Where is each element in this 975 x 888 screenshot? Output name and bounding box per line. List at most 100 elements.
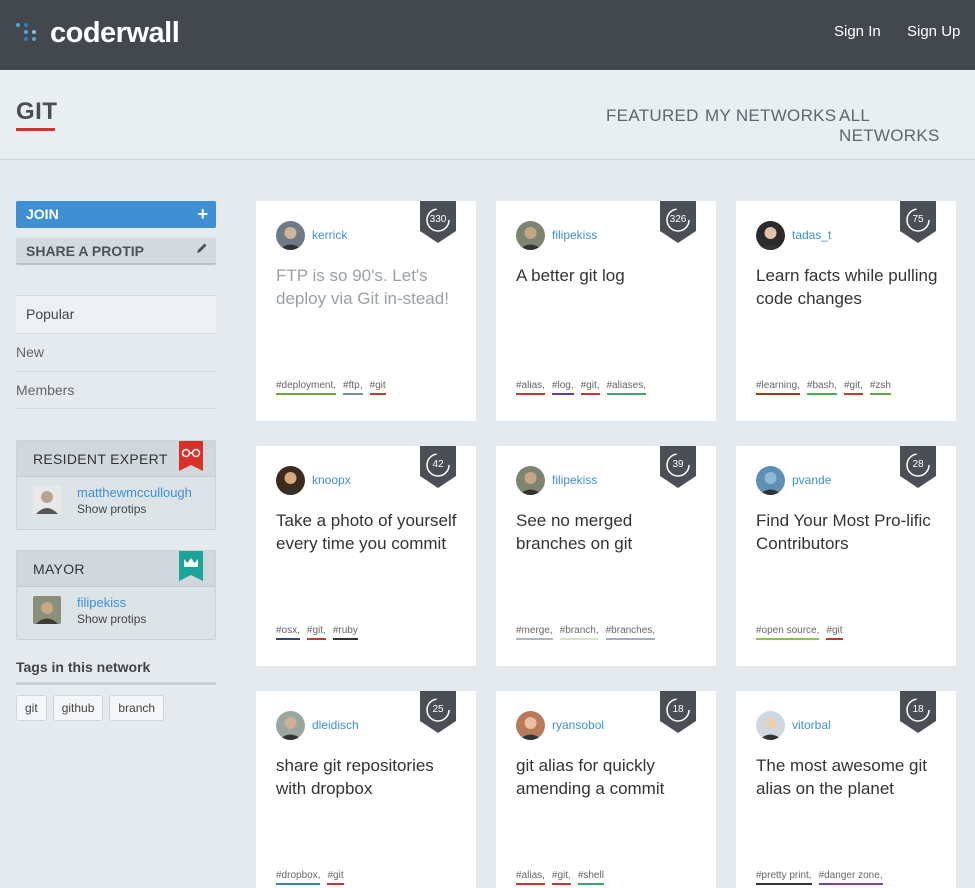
avatar[interactable] [276,711,305,740]
avatar[interactable] [756,466,785,495]
tags-divider [16,682,216,685]
protip-tag[interactable]: #osx, [276,625,300,640]
logo-text: coderwall [50,16,180,49]
author-link[interactable]: pvande [792,473,831,487]
protip-title[interactable]: See no merged branches on git [516,509,701,555]
protip-card[interactable]: kerrick 330 FTP is so 90's. Let's deploy v… [256,201,476,421]
protip-tag[interactable]: #merge, [516,625,553,640]
protip-tag[interactable]: #git, [551,870,571,885]
sign-in-link[interactable]: Sign In [834,23,881,40]
protip-title[interactable]: Learn facts while pulling code changes [756,264,941,310]
avatar[interactable] [33,486,61,514]
join-button[interactable]: JOIN + [16,201,216,228]
author-link[interactable]: filipekiss [552,228,597,242]
protip-tag[interactable]: #log, [551,380,574,395]
protip-tag[interactable]: #git [327,870,344,885]
sidebar-item-members[interactable]: Members [16,371,216,409]
author-link[interactable]: dleidisch [312,718,359,732]
mayor-show-protips[interactable]: Show protips [77,612,146,626]
protip-tag[interactable]: #danger zone, [818,870,883,885]
protip-tag[interactable]: #ftp, [343,380,363,395]
score-value: 75 [912,214,924,225]
protip-tag[interactable]: #aliases, [606,380,646,395]
tag-pill[interactable]: github [52,695,104,721]
protip-title[interactable]: git alias for quickly amending a commit [516,754,701,800]
protip-tag[interactable]: #zsh [869,380,891,395]
protip-tag[interactable]: #git, [580,380,600,395]
protip-card[interactable]: vitorbal 18 The most awesome git alias on … [736,691,956,888]
protip-tag[interactable]: #ruby [332,625,358,640]
resident-expert-box: RESIDENT EXPERT matthewmccullough Show p… [16,440,216,530]
share-protip-button[interactable]: SHARE A PROTIP [16,238,216,265]
protip-card[interactable]: dleidisch 25 share git repositories with d… [256,691,476,888]
protip-tag[interactable]: #git, [306,625,326,640]
avatar[interactable] [756,221,785,250]
protip-card[interactable]: filipekiss 326 A better git log #alias, #log… [496,201,716,421]
protip-tag[interactable]: #branch, [559,625,599,640]
author-link[interactable]: vitorbal [792,718,831,732]
tag-pill[interactable]: branch [109,695,165,721]
protip-title[interactable]: The most awesome git alias on the planet [756,754,941,800]
avatar[interactable] [33,596,61,624]
sign-up-link[interactable]: Sign Up [907,23,960,40]
protip-title[interactable]: Take a photo of yourself every time you … [276,509,461,555]
protip-tag[interactable]: #bash, [806,380,837,395]
sidebar-nav: Popular New Members [16,295,216,409]
protip-tag[interactable]: #branches, [605,625,656,640]
protip-tags: #dropbox, #git [276,870,344,885]
protip-card[interactable]: filipekiss 39 See no merged branches on gi… [496,446,716,666]
protip-title[interactable]: A better git log [516,264,701,287]
protip-tag[interactable]: #pretty print, [756,870,812,885]
nav-featured[interactable]: FEATURED [606,106,699,126]
score-value: 25 [432,704,444,715]
avatar[interactable] [756,711,785,740]
protip-tag[interactable]: #shell [577,870,604,885]
protip-tags: #pretty print, #danger zone, [756,870,883,885]
nav-my-networks[interactable]: MY NETWORKS [705,106,836,126]
resident-expert-heading: RESIDENT EXPERT [17,441,215,477]
protip-card[interactable]: ryansobol 18 git alias for quickly amendin… [496,691,716,888]
protip-card[interactable]: knoopx 42 Take a photo of yourself every t… [256,446,476,666]
avatar[interactable] [516,466,545,495]
protip-title[interactable]: Find Your Most Pro-lific Contributors [756,509,941,555]
protip-title[interactable]: share git repositories with dropbox [276,754,461,800]
coderwall-logo[interactable]: coderwall [16,15,180,51]
protip-card[interactable]: pvande 28 Find Your Most Pro-lific Contrib… [736,446,956,666]
nav-all-networks[interactable]: ALL NETWORKS [839,106,975,146]
tag-list: git github branch [16,695,165,721]
protip-tag[interactable]: #git [826,625,843,640]
protip-tag[interactable]: #git [369,380,386,395]
author-link[interactable]: ryansobol [552,718,604,732]
protip-tag[interactable]: #open source, [756,625,820,640]
author-link[interactable]: knoopx [312,473,351,487]
protip-tag[interactable]: #learning, [756,380,800,395]
protip-title[interactable]: FTP is so 90's. Let's deploy via Git in-… [276,264,461,310]
tag-pill[interactable]: git [16,695,47,721]
author-link[interactable]: tadas_t [792,228,831,242]
score-value: 18 [912,704,924,715]
score-value: 330 [429,214,447,225]
avatar[interactable] [276,221,305,250]
protip-tag[interactable]: #dropbox, [276,870,321,885]
author-link[interactable]: kerrick [312,228,347,242]
score-value: 18 [672,704,684,715]
protip-tags: #open source, #git [756,625,843,640]
sidebar-item-popular[interactable]: Popular [16,295,216,333]
protip-tag[interactable]: #alias, [516,870,545,885]
expert-name-link[interactable]: matthewmccullough [77,485,202,500]
protip-tag[interactable]: #deployment, [276,380,337,395]
mayor-box: MAYOR filipekiss Show protips [16,550,216,640]
mayor-name-link[interactable]: filipekiss [77,595,202,610]
avatar[interactable] [516,221,545,250]
expert-show-protips[interactable]: Show protips [77,502,146,516]
avatar[interactable] [516,711,545,740]
author-link[interactable]: filipekiss [552,473,597,487]
sidebar-item-new[interactable]: New [16,333,216,371]
avatar[interactable] [276,466,305,495]
protip-tag[interactable]: #alias, [516,380,545,395]
protip-card[interactable]: tadas_t 75 Learn facts while pulling code … [736,201,956,421]
crown-icon [179,551,203,581]
title-underline [16,128,55,131]
plus-icon: + [197,204,208,224]
protip-tag[interactable]: #git, [843,380,863,395]
